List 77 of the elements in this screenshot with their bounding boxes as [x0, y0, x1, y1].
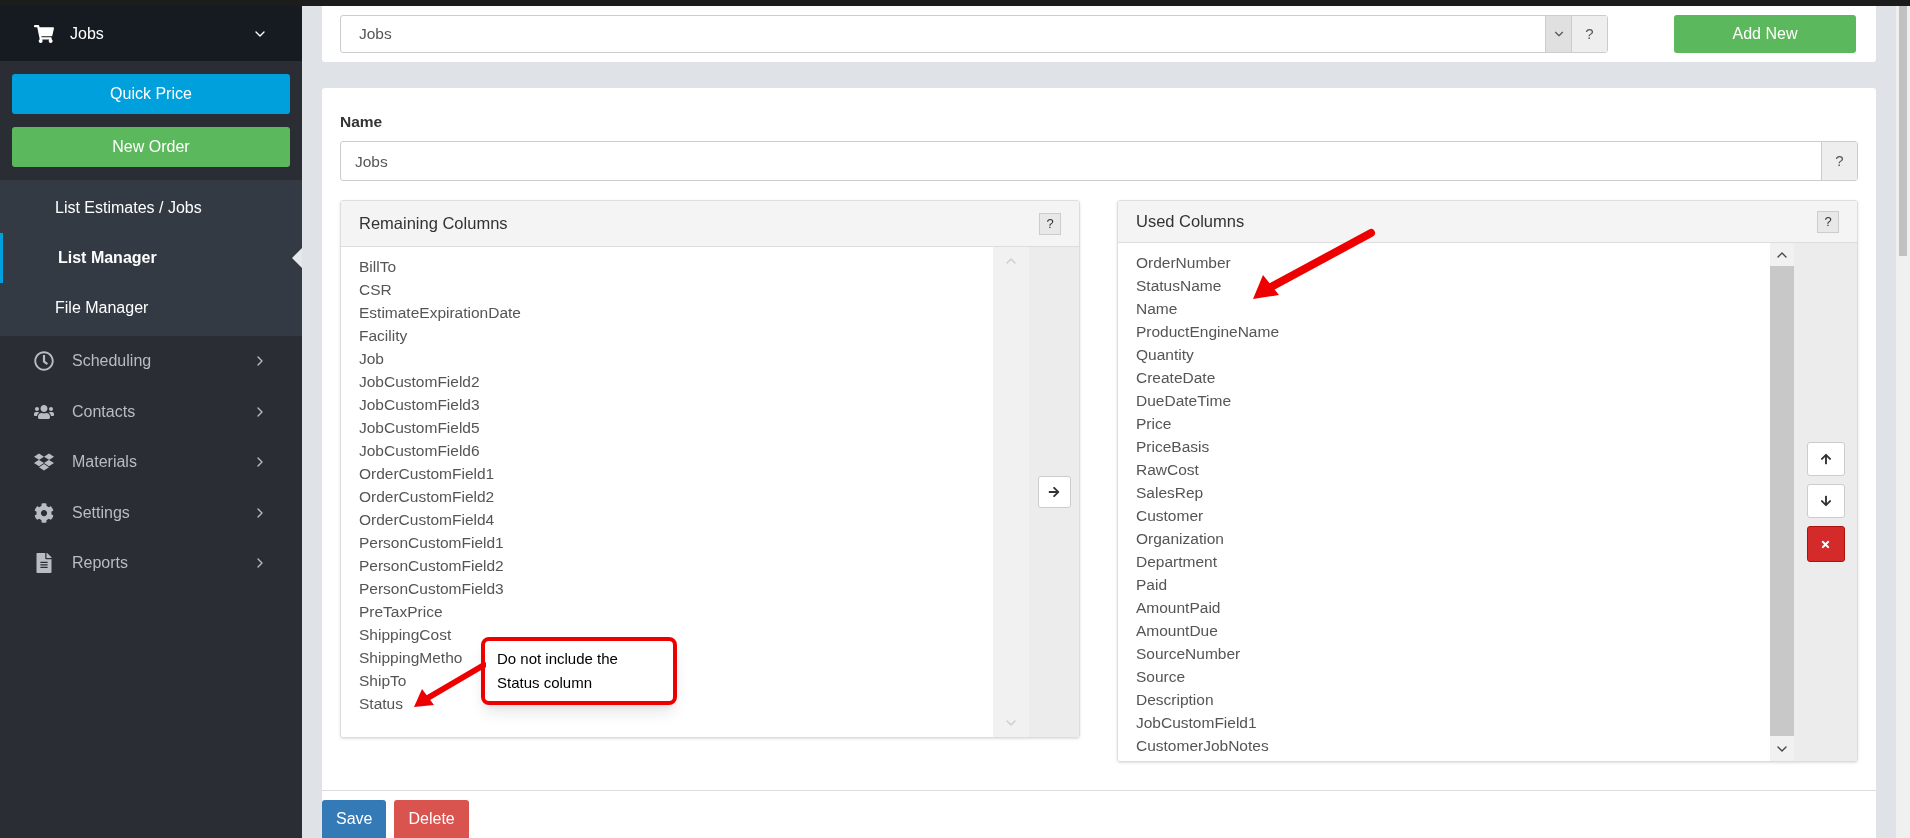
- help-button[interactable]: ?: [1821, 142, 1857, 181]
- column-list-item[interactable]: JobCustomField3: [359, 393, 480, 417]
- column-list-item[interactable]: CustomerJobNotes: [1136, 734, 1269, 758]
- arrow-down-icon: [1819, 495, 1832, 508]
- column-list-item[interactable]: OrderCustomField1: [359, 462, 495, 486]
- column-list-item[interactable]: JobCustomField1: [1136, 711, 1257, 735]
- help-button[interactable]: ?: [1571, 16, 1607, 52]
- column-list-item[interactable]: PersonCustomField3: [359, 577, 504, 601]
- name-label: Name: [340, 112, 384, 132]
- arrow-up-icon: [1819, 453, 1832, 466]
- delete-button[interactable]: Delete: [394, 800, 469, 838]
- column-list-item[interactable]: OrderNumber: [1136, 251, 1231, 275]
- column-list-item[interactable]: Organization: [1136, 527, 1224, 551]
- column-list-item[interactable]: Source: [1136, 665, 1186, 689]
- page-scrollbar-thumb[interactable]: [1899, 6, 1907, 256]
- column-list-item[interactable]: PreTaxPrice: [359, 600, 443, 624]
- sidebar-item[interactable]: Reports: [0, 538, 302, 589]
- sidebar-item[interactable]: Scheduling: [0, 336, 302, 387]
- gear-icon: [34, 502, 54, 523]
- close-icon: [1820, 538, 1831, 550]
- column-list-item[interactable]: Description: [1136, 688, 1214, 712]
- callout-box: Do not include the Status column: [481, 637, 677, 705]
- column-list-item[interactable]: CreateDate: [1136, 366, 1216, 390]
- column-list-item[interactable]: Quantity: [1136, 343, 1194, 367]
- column-list-item[interactable]: StatusName: [1136, 274, 1222, 298]
- column-list-item[interactable]: ShipTo: [359, 669, 407, 693]
- column-list-item[interactable]: PersonCustomField2: [359, 554, 504, 578]
- column-list-item[interactable]: AmountPaid: [1136, 596, 1221, 620]
- sidebar-item[interactable]: Settings: [0, 487, 302, 538]
- column-list-item[interactable]: BillTo: [359, 255, 397, 279]
- column-list-item[interactable]: Job: [359, 347, 384, 371]
- column-list-item[interactable]: ShippingMetho: [359, 646, 463, 670]
- cart-icon: [34, 23, 54, 44]
- column-list-item[interactable]: SourceNumber: [1136, 642, 1241, 666]
- column-list-item[interactable]: Facility: [359, 324, 408, 348]
- column-list-item[interactable]: Status: [359, 692, 403, 716]
- save-button[interactable]: Save: [322, 800, 387, 838]
- submenu-item[interactable]: File Manager: [0, 283, 302, 333]
- column-list-item[interactable]: ProductEngineName: [1136, 320, 1280, 344]
- scrollbar-thumb[interactable]: [1770, 266, 1794, 737]
- column-list-item[interactable]: DueDateTime: [1136, 389, 1232, 413]
- column-list-item[interactable]: OrderCustomField4: [359, 508, 495, 532]
- column-list-item[interactable]: Paid: [1136, 573, 1168, 597]
- boxes-icon: [34, 452, 54, 473]
- column-list-item[interactable]: OrderCustomField2: [359, 485, 495, 509]
- column-list-item[interactable]: ShippingCost: [359, 623, 452, 647]
- document-icon: [34, 553, 54, 574]
- column-list-item[interactable]: PersonCustomField1: [359, 531, 504, 555]
- clock-icon: [34, 351, 54, 372]
- remove-button[interactable]: [1806, 526, 1845, 563]
- sidebar-item[interactable]: Contacts: [0, 386, 302, 437]
- jobs-menu-header[interactable]: Jobs: [0, 6, 302, 61]
- column-list-item[interactable]: JobCustomField2: [359, 370, 480, 394]
- name-field[interactable]: Jobs ?: [340, 141, 1858, 182]
- move-right-button[interactable]: [1037, 476, 1071, 509]
- column-list-item[interactable]: Customer: [1136, 504, 1204, 528]
- column-list-item[interactable]: RawCost: [1136, 458, 1199, 482]
- arrow-right-icon: [1048, 486, 1060, 499]
- column-list-item[interactable]: Name: [1136, 297, 1178, 321]
- column-list-item[interactable]: AmountDue: [1136, 619, 1218, 643]
- column-list-item[interactable]: JobCustomField5: [359, 416, 480, 440]
- column-list-item[interactable]: EstimateExpirationDate: [359, 301, 521, 325]
- column-list-item[interactable]: Department: [1136, 550, 1217, 574]
- help-button[interactable]: ?: [1817, 210, 1839, 233]
- help-button[interactable]: ?: [1039, 212, 1061, 235]
- panel-title: Remaining Columns: [359, 213, 508, 235]
- move-up-button[interactable]: [1806, 442, 1845, 477]
- column-list-item[interactable]: JobCustomField6: [359, 439, 480, 463]
- panel-title: Used Columns: [1136, 211, 1245, 233]
- column-list-item[interactable]: Price: [1136, 412, 1172, 436]
- list-select[interactable]: Jobs ?: [340, 15, 1608, 53]
- column-list-item[interactable]: PriceBasis: [1136, 435, 1210, 459]
- sidebar-item[interactable]: Materials: [0, 437, 302, 488]
- move-down-button[interactable]: [1806, 484, 1845, 519]
- column-list-item[interactable]: SalesRep: [1136, 481, 1204, 505]
- submenu-item[interactable]: List Estimates / Jobs: [0, 183, 302, 233]
- column-list-item[interactable]: CSR: [359, 278, 392, 302]
